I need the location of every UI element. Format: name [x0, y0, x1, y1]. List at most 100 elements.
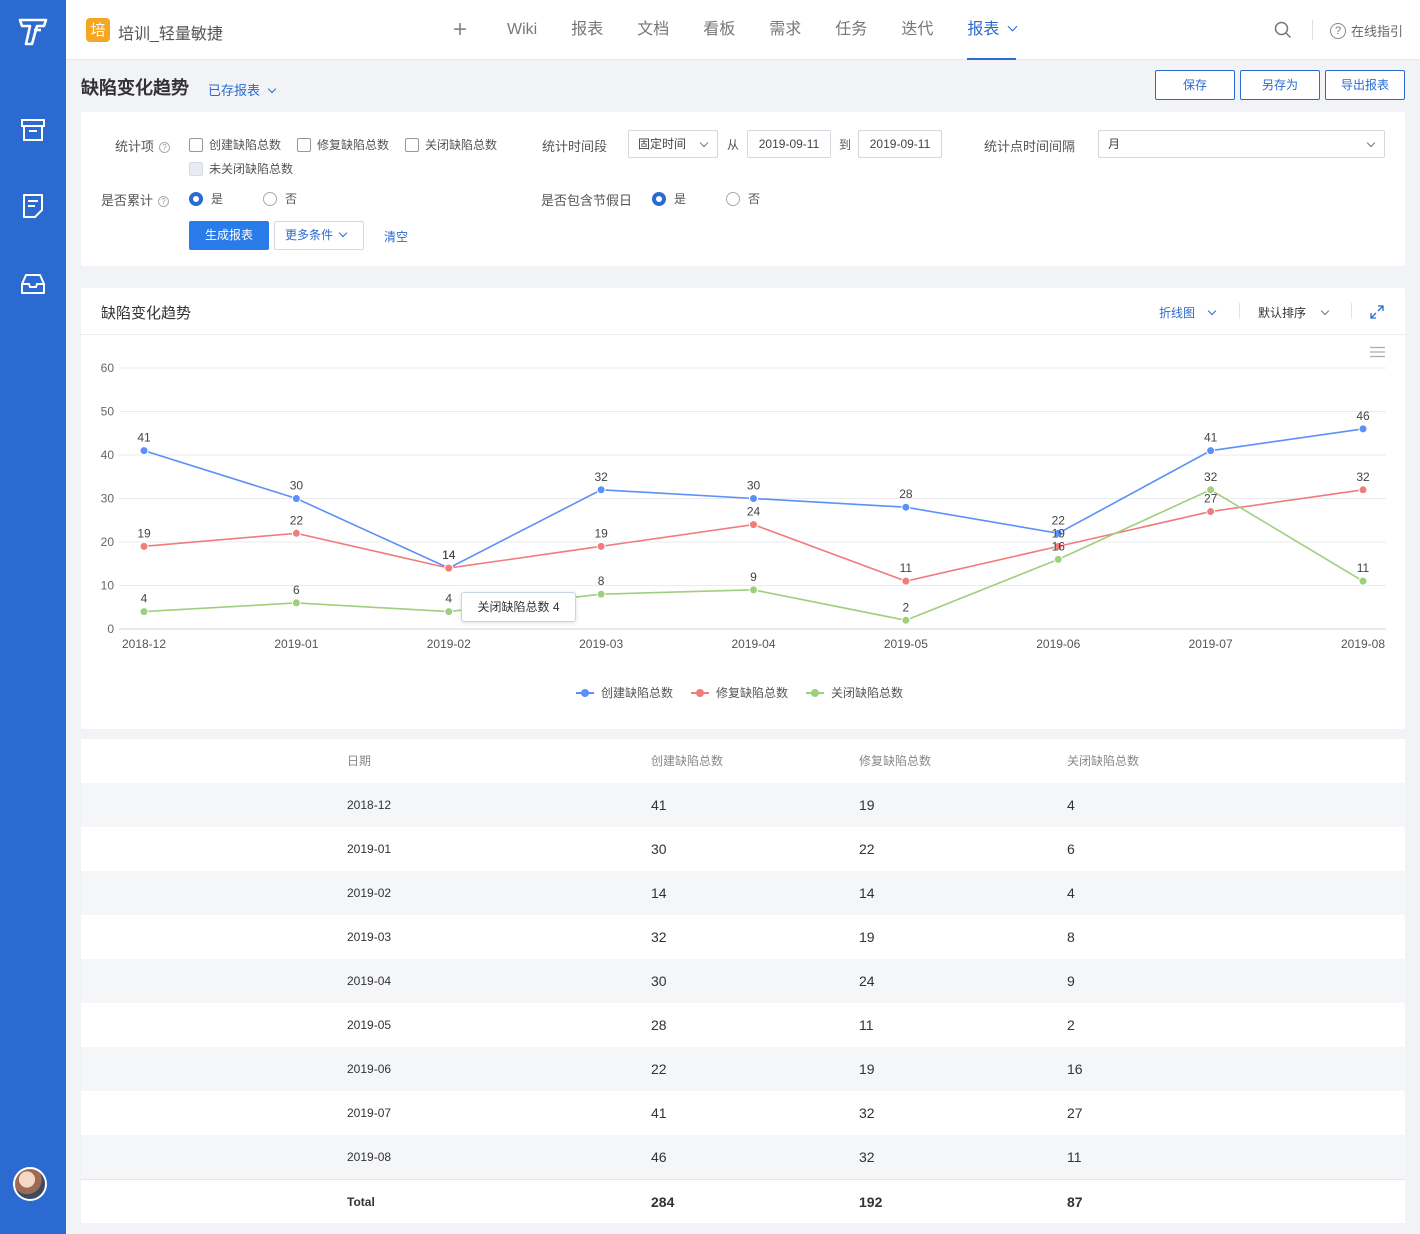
created-cell: 41: [651, 797, 667, 813]
closed-cell: 4: [1067, 885, 1075, 901]
divider: [1239, 303, 1240, 319]
cumulative-no-radio[interactable]: 否: [263, 190, 297, 207]
nav-iterations[interactable]: 迭代: [901, 0, 933, 60]
chart-tooltip: 关闭缺陷总数 4: [461, 592, 576, 622]
data-label: 28: [899, 487, 913, 501]
x-tick-label: 2019-06: [1036, 637, 1080, 651]
fixed-cell: 19: [859, 797, 875, 813]
nav-docs[interactable]: 文档: [637, 0, 669, 60]
online-guide-link[interactable]: ? 在线指引: [1330, 21, 1403, 40]
data-point: [444, 563, 454, 573]
holiday-no-radio[interactable]: 否: [726, 190, 760, 207]
more-conditions-button[interactable]: 更多条件: [274, 221, 364, 250]
checkbox-fixed[interactable]: 修复缺陷总数: [297, 136, 389, 153]
legend-label: 关闭缺陷总数: [831, 686, 904, 700]
document-icon[interactable]: [19, 192, 47, 220]
data-label: 32: [1204, 470, 1218, 484]
cumulative-text: 是否累计: [101, 193, 154, 208]
date-cell: 2019-07: [347, 1106, 392, 1120]
line-chart: 0 10 20 30 40 50 60 2018-12 2019-01 2019-02 2019-0…: [101, 361, 1386, 651]
data-point: [596, 589, 606, 599]
checkbox-box[interactable]: [189, 137, 203, 152]
data-label: 41: [1204, 431, 1218, 445]
created-cell: 28: [651, 1017, 667, 1033]
chart-type-label: 折线图: [1159, 306, 1196, 320]
data-point: [139, 607, 149, 617]
radio-dot[interactable]: [263, 191, 277, 206]
legend-item-fixed[interactable]: 修复缺陷总数: [691, 684, 788, 701]
data-point: [901, 615, 911, 625]
app-logo-icon[interactable]: [17, 17, 49, 47]
data-label: 32: [594, 470, 608, 484]
total-fixed: 192: [859, 1194, 883, 1210]
nav-requirements[interactable]: 需求: [769, 0, 801, 60]
checkbox-created[interactable]: 创建缺陷总数: [189, 136, 281, 153]
from-date-input[interactable]: 2019-09-11: [747, 130, 831, 158]
expand-icon[interactable]: [1369, 304, 1385, 320]
date-cell: 2019-04: [347, 974, 392, 988]
sort-label: 默认排序: [1258, 306, 1307, 320]
to-label: 到: [839, 138, 852, 152]
x-tick-label: 2019-03: [579, 637, 623, 651]
save-button[interactable]: 保存: [1155, 70, 1235, 100]
radio-dot[interactable]: [189, 191, 203, 206]
sort-dropdown[interactable]: 默认排序: [1258, 304, 1330, 321]
legend-marker: [806, 688, 825, 698]
checkbox-box[interactable]: [405, 137, 419, 152]
cumulative-yes-radio[interactable]: 是: [189, 190, 223, 207]
checkbox-label: 创建缺陷总数: [209, 138, 282, 152]
table-row: 2019-02 14 14 4: [81, 871, 1405, 915]
add-button[interactable]: +: [453, 0, 467, 60]
table-body: 2018-12 41 19 4 2019-01 30 22 6 2019-02 14 14 4 2019…: [81, 783, 1405, 1179]
nav-report-active[interactable]: 报表: [967, 0, 1018, 60]
inbox-icon[interactable]: [19, 270, 47, 298]
legend-item-created[interactable]: 创建缺陷总数: [576, 684, 673, 701]
nav-wiki[interactable]: Wiki: [507, 0, 537, 60]
closed-cell: 11: [1067, 1149, 1082, 1165]
chart-title: 缺陷变化趋势: [101, 305, 192, 322]
checkbox-closed[interactable]: 关闭缺陷总数: [405, 136, 497, 153]
saved-reports-dropdown[interactable]: 已存报表: [208, 80, 277, 99]
date-cell: 2019-08: [347, 1150, 392, 1164]
project-name[interactable]: 培训_轻量敏捷: [118, 20, 223, 44]
data-point: [1206, 485, 1216, 495]
save-as-button[interactable]: 另存为: [1240, 70, 1320, 100]
nav-tasks[interactable]: 任务: [835, 0, 867, 60]
holiday-label: 是否包含节假日: [541, 193, 633, 208]
radio-dot[interactable]: [726, 191, 740, 206]
search-icon[interactable]: [1274, 21, 1292, 39]
checkbox-label: 修复缺陷总数: [317, 138, 390, 152]
interval-select[interactable]: 月: [1098, 130, 1385, 158]
archive-icon[interactable]: [19, 116, 47, 144]
data-point: [901, 576, 911, 586]
fixed-cell: 14: [859, 885, 875, 901]
nav-board[interactable]: 看板: [703, 0, 735, 60]
data-label: 19: [137, 526, 151, 540]
data-label: 41: [137, 431, 151, 445]
help-icon[interactable]: ?: [159, 142, 171, 153]
legend-label: 修复缺陷总数: [716, 686, 789, 700]
radio-dot[interactable]: [652, 191, 666, 206]
checkbox-box[interactable]: [189, 161, 203, 176]
holiday-yes-radio[interactable]: 是: [652, 190, 686, 207]
data-label: 9: [750, 570, 757, 584]
legend-item-closed[interactable]: 关闭缺陷总数: [806, 684, 903, 701]
created-cell: 22: [651, 1061, 667, 1077]
data-label: 6: [293, 583, 300, 597]
generate-report-button[interactable]: 生成报表: [189, 221, 269, 250]
checkbox-box[interactable]: [297, 137, 311, 152]
to-date-input[interactable]: 2019-09-11: [858, 130, 942, 158]
clear-link[interactable]: 清空: [384, 228, 408, 245]
data-label: 11: [900, 561, 913, 575]
help-icon[interactable]: ?: [158, 196, 170, 207]
user-avatar[interactable]: [13, 1167, 47, 1201]
export-report-button[interactable]: 导出报表: [1325, 70, 1405, 100]
stat-items-text: 统计项: [115, 139, 155, 154]
period-type-select[interactable]: 固定时间: [628, 130, 718, 158]
checkbox-label: 关闭缺陷总数: [425, 138, 498, 152]
chart-type-dropdown[interactable]: 折线图: [1159, 304, 1217, 321]
checkbox-unclosed[interactable]: 未关闭缺陷总数: [189, 160, 293, 177]
created-cell: 30: [651, 973, 667, 989]
nav-report[interactable]: 报表: [571, 0, 603, 60]
data-point: [749, 520, 758, 530]
